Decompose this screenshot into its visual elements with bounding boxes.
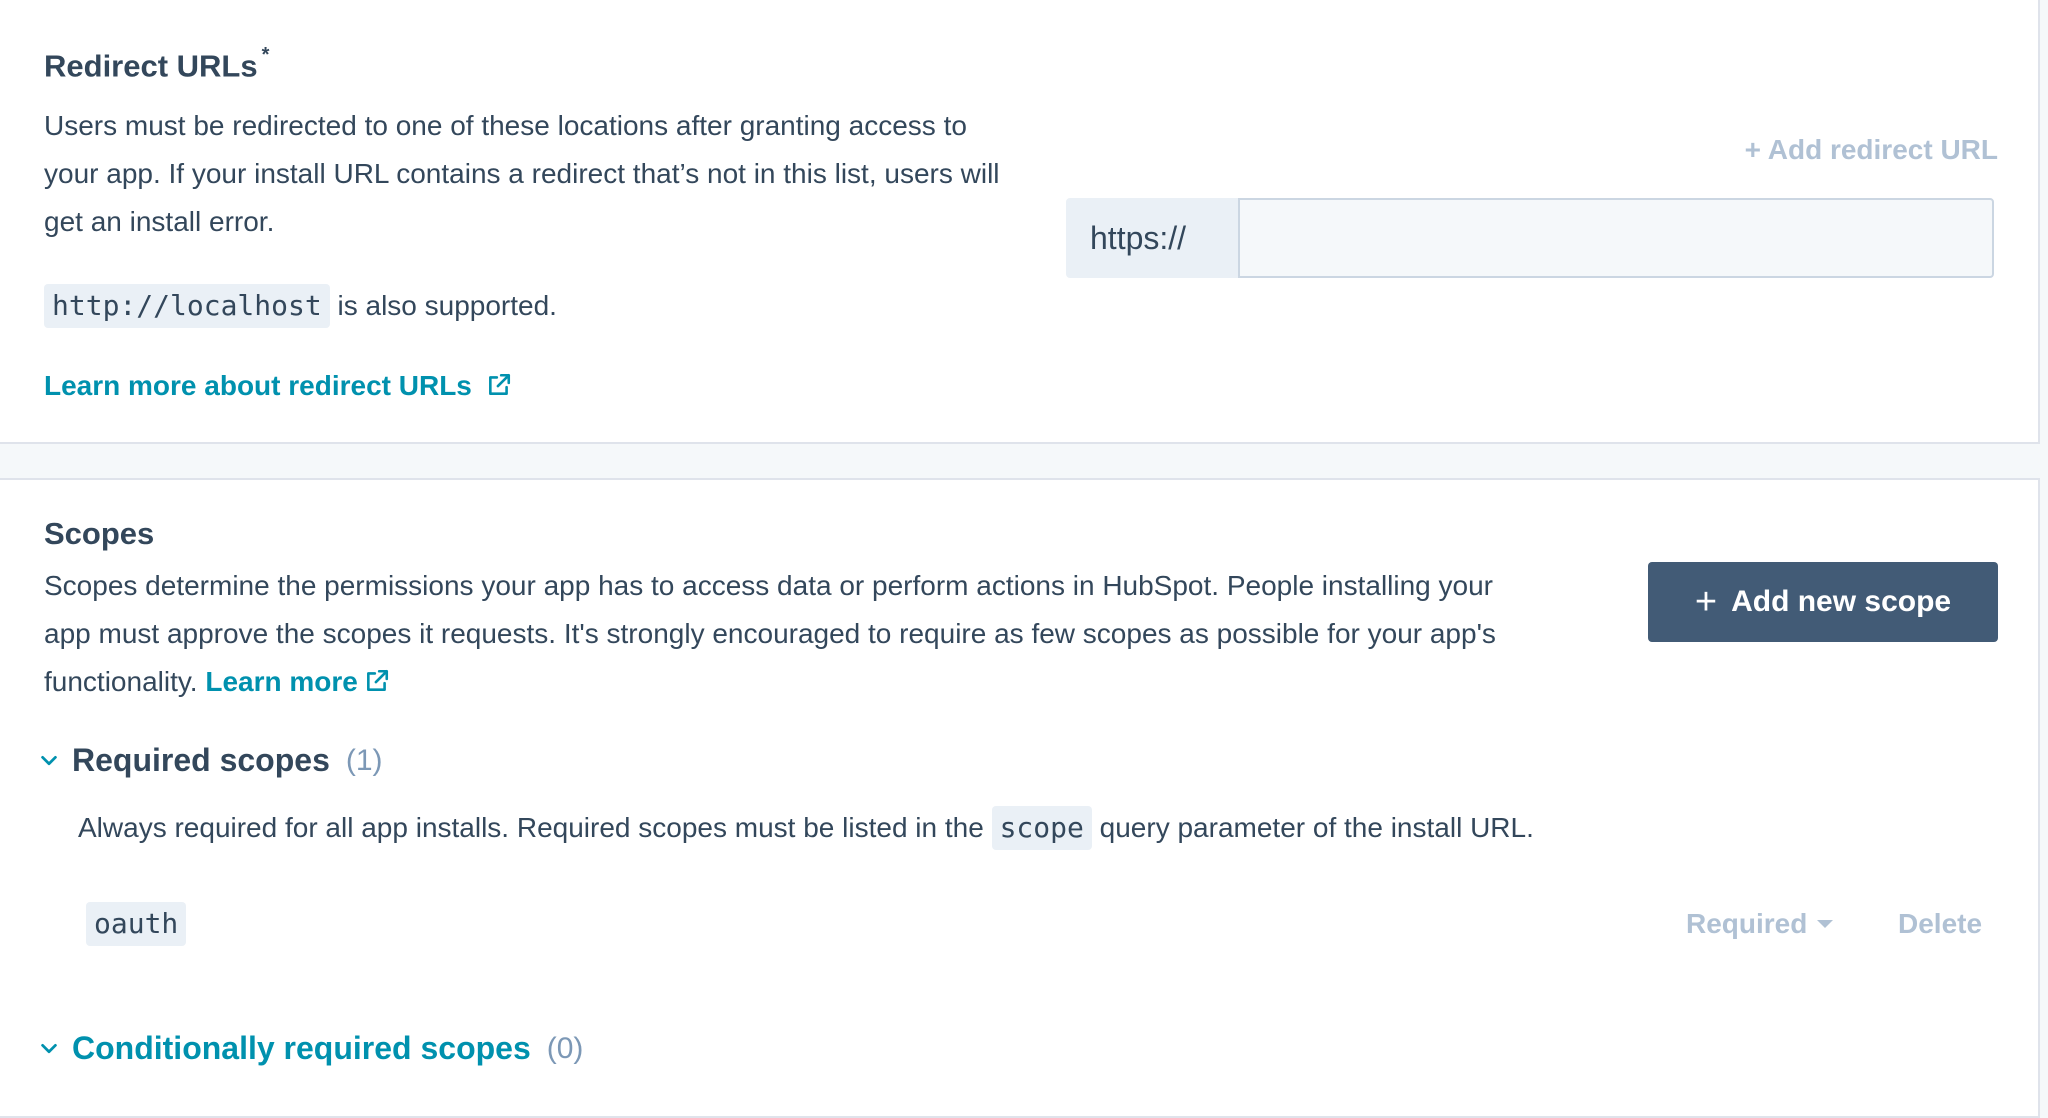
redirect-urls-title-text: Redirect URLs: [44, 48, 258, 84]
localhost-suffix: is also supported.: [337, 290, 557, 321]
redirect-url-input[interactable]: [1238, 198, 1994, 278]
required-mark: *: [261, 44, 270, 66]
scopes-title: Scopes: [44, 516, 155, 551]
redirect-description: Users must be redirected to one of these…: [44, 110, 1000, 237]
redirect-urls-card: Redirect URLs * Users must be redirected …: [0, 0, 2040, 444]
scope-param-code: scope: [991, 806, 1092, 850]
scopes-learn-more-link[interactable]: Learn more: [205, 666, 358, 697]
required-scopes-title: Required scopes: [72, 742, 330, 778]
learn-more-redirect-link[interactable]: Learn more about redirect URLs: [44, 362, 512, 410]
scope-status-dropdown[interactable]: Required: [1686, 908, 1834, 940]
caret-down-icon: [1817, 920, 1834, 928]
add-new-scope-label: Add new scope: [1731, 585, 1952, 618]
localhost-code: http://localhost: [44, 284, 330, 328]
scope-name-cell: oauth: [86, 900, 187, 948]
url-prefix: https://: [1066, 198, 1238, 278]
scopes-description: Scopes determine the permissions your ap…: [44, 562, 1504, 706]
external-link-icon: [488, 373, 510, 395]
required-desc-before: Always required for all app installs. Re…: [78, 812, 984, 843]
external-link-icon: [366, 669, 388, 691]
chevron-down-icon: [41, 755, 57, 765]
required-scopes-count: (1): [345, 743, 383, 777]
learn-more-redirect-text[interactable]: Learn more about redirect URLs: [44, 370, 472, 401]
required-scopes-toggle[interactable]: Required scopes (1): [38, 742, 383, 779]
conditional-scopes-count: (0): [546, 1031, 584, 1065]
scope-delete-button[interactable]: Delete: [1898, 908, 1982, 940]
conditional-scopes-title: Conditionally required scopes: [72, 1030, 531, 1066]
scope-status-label: Required: [1686, 908, 1808, 939]
required-scopes-description: Always required for all app installs. Re…: [78, 804, 1534, 852]
conditional-scopes-toggle[interactable]: Conditionally required scopes (0): [38, 1030, 583, 1067]
add-new-scope-button[interactable]: + Add new scope: [1648, 562, 1998, 642]
chevron-down-icon: [41, 1043, 57, 1053]
scope-name: oauth: [86, 902, 187, 946]
required-desc-after: query parameter of the install URL.: [1099, 812, 1534, 843]
redirect-url-field: https://: [1066, 198, 1994, 278]
localhost-note: http://localhost is also supported.: [44, 282, 557, 330]
redirect-urls-title: Redirect URLs *: [44, 44, 269, 84]
plus-icon: +: [1694, 581, 1718, 623]
add-redirect-url-button[interactable]: + Add redirect URL: [1745, 134, 1998, 166]
scopes-card: Scopes Scopes determine the permissions …: [0, 478, 2040, 1118]
